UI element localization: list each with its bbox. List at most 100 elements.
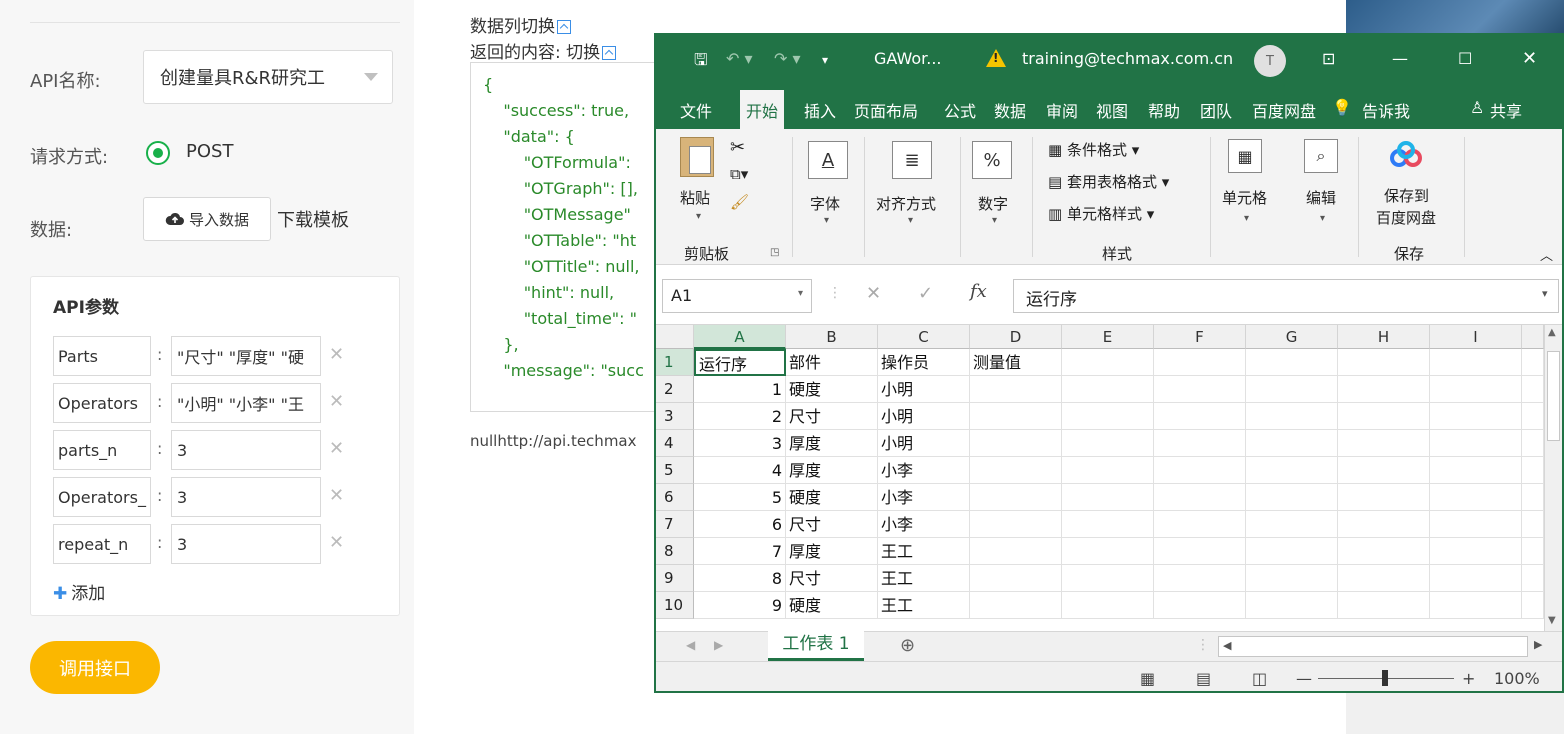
table-cell[interactable]: 4 <box>694 457 786 484</box>
page-break-view-icon[interactable]: ◫ <box>1252 669 1267 688</box>
name-box[interactable]: A1 ▾ <box>662 279 812 313</box>
zoom-in-icon[interactable]: + <box>1462 669 1475 688</box>
table-cell[interactable] <box>970 457 1062 484</box>
table-cell[interactable] <box>1338 376 1430 403</box>
table-cell[interactable]: 8 <box>694 565 786 592</box>
close-icon[interactable]: ✕ <box>329 344 344 365</box>
table-cell[interactable] <box>970 484 1062 511</box>
table-cell[interactable] <box>1154 403 1246 430</box>
row-header[interactable]: 1 <box>656 349 694 376</box>
cancel-icon[interactable]: ✕ <box>866 283 881 304</box>
tab-baidu-netdisk[interactable]: 百度网盘 <box>1252 98 1316 122</box>
table-cell[interactable] <box>970 511 1062 538</box>
table-format-button[interactable]: ▤ 套用表格格式 ▾ <box>1048 171 1169 192</box>
table-cell[interactable] <box>1062 349 1154 376</box>
table-cell[interactable] <box>1062 403 1154 430</box>
font-icon[interactable]: A <box>808 141 848 179</box>
undo-icon[interactable]: ↶ ▾ <box>726 49 753 68</box>
table-cell[interactable] <box>1246 430 1338 457</box>
baidu-netdisk-icon[interactable] <box>1388 141 1426 171</box>
table-cell[interactable]: 小明 <box>878 430 970 457</box>
next-sheet-icon[interactable]: ▶ <box>714 638 723 652</box>
chevron-down-icon[interactable]: ▾ <box>824 215 829 226</box>
select-all-corner[interactable] <box>656 325 694 349</box>
tab-insert[interactable]: 插入 <box>804 98 836 122</box>
row-header[interactable]: 9 <box>656 565 694 592</box>
cell-style-button[interactable]: ▥ 单元格样式 ▾ <box>1048 203 1154 224</box>
tell-me-search[interactable]: 告诉我 <box>1362 98 1410 122</box>
import-data-button[interactable]: 导入数据 <box>143 197 271 241</box>
alignment-button[interactable]: 对齐方式 <box>876 193 936 214</box>
enter-icon[interactable]: ✓ <box>918 283 933 304</box>
warning-icon[interactable] <box>986 49 1006 67</box>
close-icon[interactable]: ✕ <box>329 485 344 506</box>
table-cell[interactable]: 7 <box>694 538 786 565</box>
table-cell[interactable]: 3 <box>694 430 786 457</box>
save-icon[interactable]: 🖫 <box>694 49 708 76</box>
table-cell[interactable] <box>1430 511 1522 538</box>
param-key-input[interactable]: repeat_n <box>53 524 151 564</box>
column-header[interactable]: D <box>970 325 1062 349</box>
paste-dropdown-icon[interactable]: ▾ <box>696 211 701 222</box>
tab-formulas[interactable]: 公式 <box>944 98 976 122</box>
close-icon[interactable]: ✕ <box>329 438 344 459</box>
table-cell[interactable] <box>1338 511 1430 538</box>
chevron-down-icon[interactable]: ▾ <box>908 215 913 226</box>
chevron-down-icon[interactable]: ▾ <box>1320 213 1325 224</box>
table-cell[interactable]: 操作员 <box>878 349 970 376</box>
table-cell[interactable] <box>1338 349 1430 376</box>
api-name-select[interactable]: 创建量具R&R研究工 <box>143 50 393 104</box>
param-key-input[interactable]: Operators_ <box>53 477 151 517</box>
table-cell[interactable] <box>1430 565 1522 592</box>
table-cell[interactable] <box>1246 538 1338 565</box>
cells-button[interactable]: 单元格 <box>1222 187 1267 208</box>
row-header[interactable]: 10 <box>656 592 694 619</box>
column-header[interactable]: A <box>694 325 786 349</box>
table-cell[interactable] <box>1246 484 1338 511</box>
tab-page-layout[interactable]: 页面布局 <box>854 98 918 122</box>
param-key-input[interactable]: Operators <box>53 383 151 423</box>
table-cell[interactable]: 运行序 <box>694 349 786 376</box>
vertical-scrollbar[interactable]: ▲ ▼ <box>1544 325 1562 631</box>
table-cell[interactable] <box>1430 430 1522 457</box>
table-cell[interactable] <box>1154 349 1246 376</box>
table-cell[interactable] <box>1062 592 1154 619</box>
maximize-icon[interactable]: ☐ <box>1458 49 1472 68</box>
table-cell[interactable] <box>1338 430 1430 457</box>
edit-button[interactable]: 编辑 <box>1306 187 1336 208</box>
table-cell[interactable] <box>1246 457 1338 484</box>
table-cell[interactable]: 5 <box>694 484 786 511</box>
table-cell[interactable] <box>1522 403 1544 430</box>
row-header[interactable]: 6 <box>656 484 694 511</box>
table-cell[interactable] <box>1522 376 1544 403</box>
add-sheet-icon[interactable]: ⊕ <box>900 635 915 656</box>
percent-icon[interactable]: % <box>972 141 1012 179</box>
table-cell[interactable] <box>1246 592 1338 619</box>
table-cell[interactable]: 王工 <box>878 565 970 592</box>
table-cell[interactable] <box>1062 430 1154 457</box>
zoom-slider-handle[interactable] <box>1382 670 1388 686</box>
column-header[interactable]: F <box>1154 325 1246 349</box>
paste-icon[interactable] <box>680 137 714 177</box>
table-cell[interactable] <box>1522 349 1544 376</box>
table-cell[interactable] <box>1338 592 1430 619</box>
table-cell[interactable]: 测量值 <box>970 349 1062 376</box>
row-header[interactable]: 3 <box>656 403 694 430</box>
table-cell[interactable] <box>1154 538 1246 565</box>
table-cell[interactable] <box>1430 484 1522 511</box>
prev-sheet-icon[interactable]: ◀ <box>686 638 695 652</box>
tab-data[interactable]: 数据 <box>994 98 1026 122</box>
table-cell[interactable]: 9 <box>694 592 786 619</box>
conditional-format-button[interactable]: ▦ 条件格式 ▾ <box>1048 139 1139 160</box>
table-cell[interactable] <box>1430 538 1522 565</box>
expand-toggle-icon[interactable] <box>557 20 571 34</box>
table-cell[interactable]: 尺寸 <box>786 565 878 592</box>
table-cell[interactable]: 小明 <box>878 403 970 430</box>
call-api-button[interactable]: 调用接口 <box>30 641 160 694</box>
table-cell[interactable] <box>1246 403 1338 430</box>
tab-review[interactable]: 审阅 <box>1046 98 1078 122</box>
column-header[interactable]: H <box>1338 325 1430 349</box>
table-cell[interactable] <box>1154 592 1246 619</box>
param-value-input[interactable]: "尺寸" "厚度" "硬 <box>171 336 321 376</box>
scroll-up-icon[interactable]: ▲ <box>1548 327 1556 338</box>
